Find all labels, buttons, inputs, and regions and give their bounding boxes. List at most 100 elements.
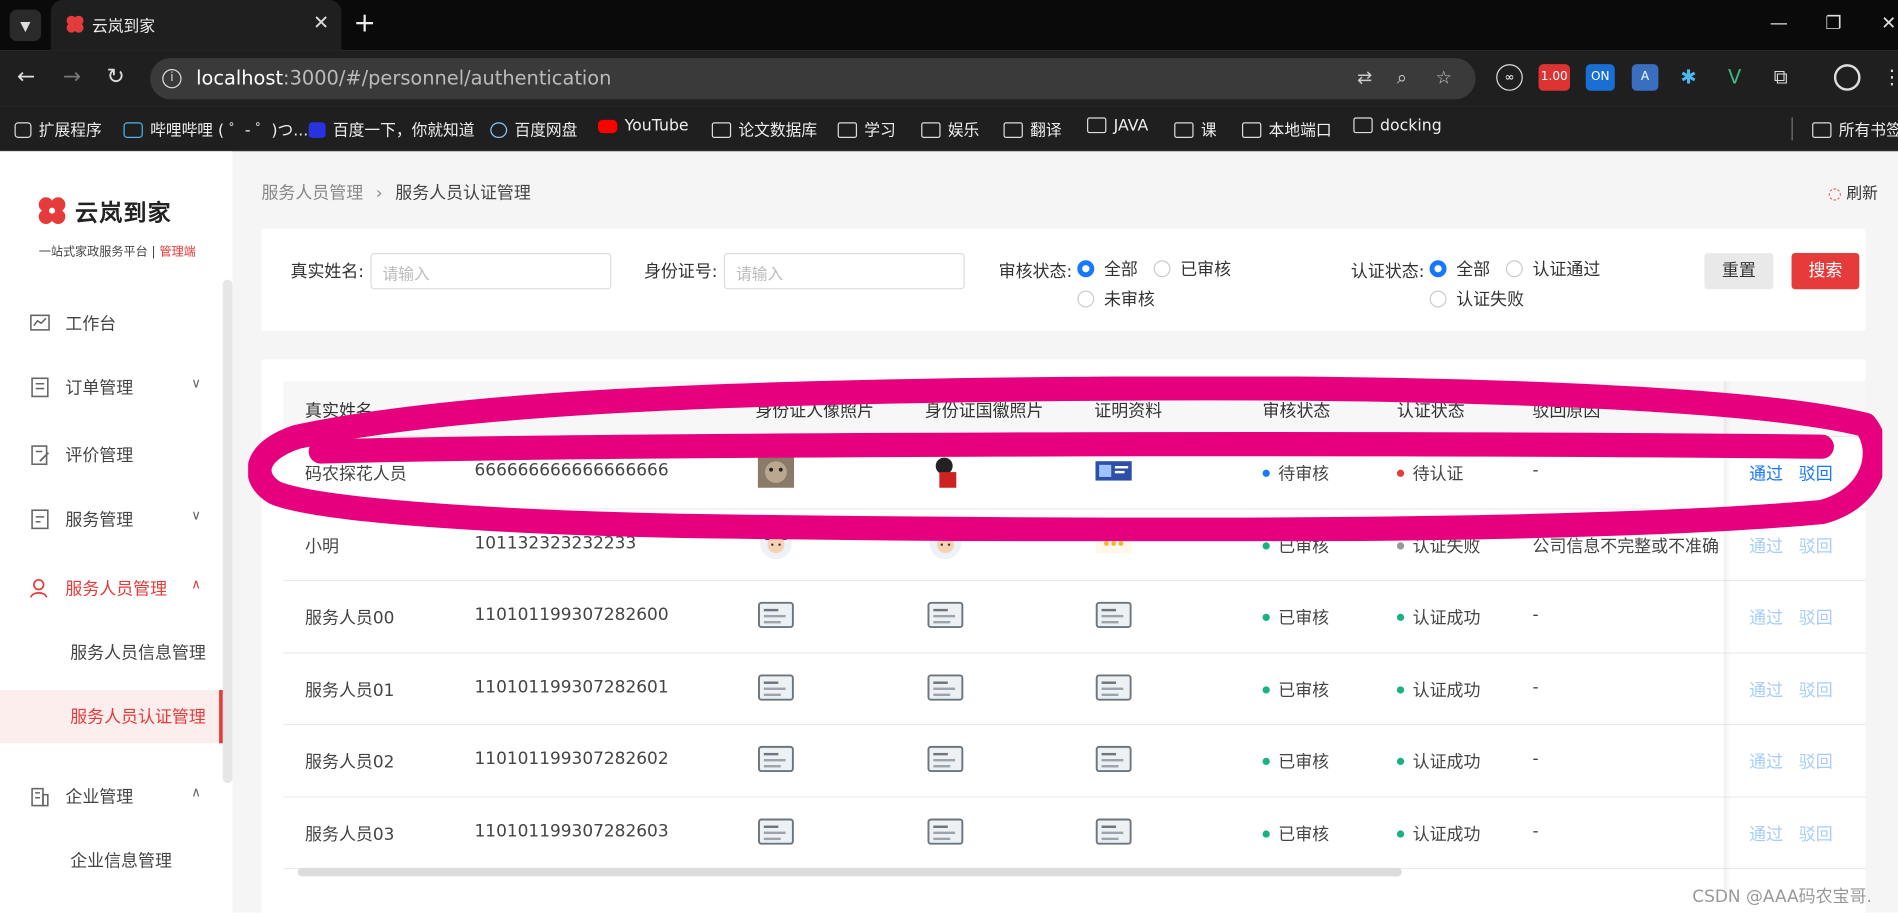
id-card-icon[interactable] xyxy=(758,814,794,848)
audit-radio-all[interactable]: 全部 xyxy=(1077,257,1138,281)
bookmark-bilibili[interactable]: 哔哩哔哩 ( ゜- ゜)つ... xyxy=(123,117,308,140)
extensions-puzzle-icon[interactable]: ⧉ xyxy=(1767,64,1794,91)
profile-icon[interactable] xyxy=(1833,64,1861,91)
id-card-icon[interactable] xyxy=(758,742,794,776)
approve-button[interactable]: 通过 xyxy=(1749,749,1783,773)
tab-search-button[interactable]: ▼ xyxy=(9,9,42,42)
minimize-icon[interactable]: — xyxy=(1770,12,1788,34)
sidebar-subitem-personnel-info[interactable]: 服务人员信息管理 xyxy=(0,626,223,679)
puzzle-icon xyxy=(14,122,32,138)
id-card-icon[interactable] xyxy=(927,814,964,848)
approve-button[interactable]: 通过 xyxy=(1749,821,1783,845)
sidebar-subitem-enterprise-info[interactable]: 企业信息管理 xyxy=(0,834,223,887)
id-card-icon[interactable] xyxy=(927,598,964,632)
auth-radio-passed[interactable]: 认证通过 xyxy=(1505,257,1600,281)
reload-icon[interactable]: ↻ xyxy=(107,64,125,89)
id-card-icon[interactable] xyxy=(1095,742,1132,776)
id-card-icon[interactable] xyxy=(758,670,794,704)
id-filter-label: 身份证号: xyxy=(643,262,718,283)
extension-vue-icon[interactable]: V xyxy=(1721,64,1748,91)
sidebar-item-enterprise[interactable]: 企业管理 ∧ xyxy=(0,766,223,827)
bookmark-folder-java[interactable]: JAVA xyxy=(1087,117,1148,136)
site-info-icon[interactable]: i xyxy=(162,68,182,89)
reject-button[interactable]: 驳回 xyxy=(1799,461,1833,485)
extension-speed-icon[interactable]: 1.00 xyxy=(1538,64,1571,91)
browser-menu-icon[interactable]: ⋮ xyxy=(1879,64,1898,91)
bookmark-extensions[interactable]: 扩展程序 xyxy=(14,117,102,140)
bookmark-folder-fun[interactable]: 娱乐 xyxy=(921,117,979,140)
extension-owl-icon[interactable]: ∞ xyxy=(1496,64,1523,91)
bookmark-folder-ports[interactable]: 本地端口 xyxy=(1241,117,1332,140)
bookmark-star-icon[interactable]: ☆ xyxy=(1436,67,1452,89)
auth-radio-failed[interactable]: 认证失败 xyxy=(1429,287,1524,311)
search-button[interactable]: 搜索 xyxy=(1791,252,1860,290)
certificate-icon[interactable] xyxy=(1095,526,1132,560)
bookmark-baidu-pan[interactable]: 百度网盘 xyxy=(490,117,577,140)
close-window-icon[interactable]: ✕ xyxy=(1881,12,1896,34)
browser-tab[interactable]: 云岚到家 ✕ xyxy=(50,0,342,51)
id-filter-input[interactable]: 请输入 xyxy=(723,252,965,290)
reject-button[interactable]: 驳回 xyxy=(1799,749,1833,773)
approve-button[interactable]: 通过 xyxy=(1749,533,1783,557)
sidebar-item-services[interactable]: 服务管理 ∨ xyxy=(0,489,223,550)
bookmark-folder-study[interactable]: 学习 xyxy=(837,117,896,140)
restore-icon[interactable]: ❐ xyxy=(1825,12,1841,34)
reject-button[interactable]: 驳回 xyxy=(1799,533,1833,557)
bookmark-all[interactable]: 所有书签 xyxy=(1791,117,1898,141)
table-row: 码农探花人员 666666666666666666 待审核 待认证 - 通过 驳回 xyxy=(283,436,1866,510)
sidebar-scrollbar[interactable] xyxy=(222,279,233,784)
new-tab-icon[interactable]: + xyxy=(353,8,375,38)
bookmark-youtube[interactable]: YouTube xyxy=(597,117,689,136)
translate-icon[interactable]: ⇄ xyxy=(1357,67,1372,89)
name-filter-input[interactable]: 请输入 xyxy=(370,252,612,290)
sidebar-item-orders[interactable]: 订单管理 ∨ xyxy=(0,357,223,418)
auth-radio-all[interactable]: 全部 xyxy=(1429,257,1490,281)
avatar-boy-icon[interactable] xyxy=(927,526,963,560)
approve-button[interactable]: 通过 xyxy=(1749,461,1783,485)
zoom-icon[interactable]: ⌕ xyxy=(1397,67,1407,89)
id-card-icon[interactable] xyxy=(1095,598,1132,632)
extension-a-icon[interactable]: A xyxy=(1631,64,1659,91)
id-card-icon[interactable] xyxy=(927,670,964,704)
bookmark-folder-docking[interactable]: docking xyxy=(1353,117,1442,136)
dark-avatar-icon[interactable] xyxy=(927,453,964,488)
id-card-icon[interactable] xyxy=(1095,814,1132,848)
bookmark-folder-papers[interactable]: 论文数据库 xyxy=(711,117,817,140)
audit-radio-pending[interactable]: 未审核 xyxy=(1077,287,1155,311)
reject-button[interactable]: 驳回 xyxy=(1799,605,1833,629)
address-bar[interactable]: i localhost:3000/#/personnel/authenticat… xyxy=(150,58,1476,100)
extension-bluetooth-icon[interactable]: ✱ xyxy=(1675,64,1702,91)
document-image-icon[interactable] xyxy=(1095,454,1132,488)
site-favicon-icon xyxy=(66,15,84,33)
id-card-icon[interactable] xyxy=(1095,670,1132,704)
reject-button[interactable]: 驳回 xyxy=(1799,677,1833,701)
breadcrumb-parent[interactable]: 服务人员管理 xyxy=(261,184,363,203)
audit-radio-reviewed[interactable]: 已审核 xyxy=(1153,257,1231,281)
avatar-boy-icon[interactable] xyxy=(758,526,794,560)
bookmark-folder-course[interactable]: 课 xyxy=(1174,117,1217,140)
forward-icon[interactable]: → xyxy=(63,64,81,89)
back-icon[interactable]: ← xyxy=(17,64,35,89)
reject-button[interactable]: 驳回 xyxy=(1799,821,1833,845)
radio-unchecked-icon xyxy=(1153,260,1171,278)
extension-on-icon[interactable]: ON xyxy=(1585,64,1615,91)
cell-id-number: 110101199307282602 xyxy=(474,749,669,769)
bookmark-baidu[interactable]: 百度一下，你就知道 xyxy=(308,117,475,140)
sidebar-subitem-personnel-auth[interactable]: 服务人员认证管理 xyxy=(0,689,223,744)
id-card-icon[interactable] xyxy=(927,742,964,776)
id-card-icon[interactable] xyxy=(758,598,794,632)
sidebar-item-label: 服务人员管理 xyxy=(65,579,168,600)
sidebar-item-workbench[interactable]: 工作台 xyxy=(0,293,223,354)
approve-button[interactable]: 通过 xyxy=(1749,605,1783,629)
sidebar-item-personnel[interactable]: 服务人员管理 ∧ xyxy=(0,558,223,619)
radio-unchecked-icon xyxy=(1077,290,1095,308)
reset-button[interactable]: 重置 xyxy=(1704,252,1774,290)
approve-button[interactable]: 通过 xyxy=(1749,677,1783,701)
bookmark-folder-translate[interactable]: 翻译 xyxy=(1003,117,1062,140)
close-tab-icon[interactable]: ✕ xyxy=(313,11,329,34)
cat-photo-icon[interactable] xyxy=(757,453,795,488)
refresh-button[interactable]: ◌ 刷新 xyxy=(1828,180,1878,203)
table-horizontal-scrollbar[interactable] xyxy=(297,867,1402,877)
cell-reject-reason: - xyxy=(1532,605,1539,625)
sidebar-item-reviews[interactable]: 评价管理 xyxy=(0,425,223,486)
